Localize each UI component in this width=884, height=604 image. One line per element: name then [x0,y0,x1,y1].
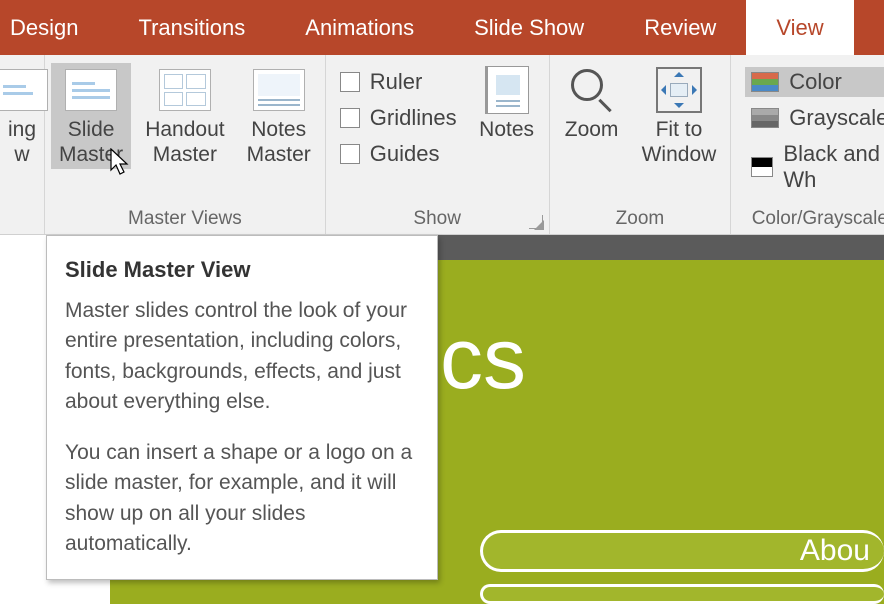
slide-button-about[interactable]: Abou [480,530,884,572]
label: Grayscale [789,105,884,131]
dialog-launcher-icon[interactable] [529,215,543,229]
notes-icon [485,66,529,114]
slide-master-button[interactable]: Slide Master [51,63,131,169]
label: Master [247,142,311,167]
label: w [14,142,29,167]
ribbon-tabs: Design Transitions Animations Slide Show… [0,0,884,55]
label: Gridlines [370,105,457,131]
label: Slide [68,117,115,142]
checkbox-icon [340,108,360,128]
label: Master [59,142,123,167]
tab-transitions[interactable]: Transitions [108,0,275,55]
color-mode-bw[interactable]: Black and Wh [745,139,884,195]
checkbox-icon [340,144,360,164]
group-show: Ruler Gridlines Guides Notes Show [326,55,550,234]
group-label-show: Show [332,206,543,232]
reading-view-icon [0,69,48,111]
label: Window [642,142,717,167]
group-presentation-views-partial: ing w [0,55,45,234]
slide-master-icon [65,69,117,111]
color-mode-color[interactable]: Color [745,67,884,97]
slide-button-partial[interactable] [480,584,884,604]
ribbon: ing w Slide Master Handout Master Notes … [0,55,884,235]
tooltip-para-2: You can insert a shape or a logo on a sl… [65,438,419,560]
notes-master-button[interactable]: Notes Master [239,63,319,169]
group-color-grayscale: Color Grayscale Black and Wh Color/Grays… [731,55,884,234]
color-swatch-icon [751,72,779,92]
label: ing [8,117,36,142]
handout-master-button[interactable]: Handout Master [137,63,232,169]
zoom-button[interactable]: Zoom [556,63,628,169]
grayscale-swatch-icon [751,108,779,128]
label: Master [153,142,217,167]
tooltip-slide-master: Slide Master View Master slides control … [46,235,438,580]
notes-master-icon [253,69,305,111]
label: Notes [251,117,306,142]
label: Ruler [370,69,423,95]
notes-button[interactable]: Notes [471,63,543,169]
label [589,142,595,167]
label [504,142,510,167]
group-master-views: Slide Master Handout Master Notes Master… [45,55,326,234]
tooltip-title: Slide Master View [65,254,419,286]
slide-title-text: cs [440,310,526,409]
label: Notes [479,117,534,142]
label: Fit to [656,117,703,142]
tab-design[interactable]: Design [0,0,108,55]
slide-buttons: Abou [480,530,884,604]
tab-slideshow[interactable]: Slide Show [444,0,614,55]
guides-checkbox[interactable]: Guides [340,141,457,167]
tooltip-para-1: Master slides control the look of your e… [65,296,419,418]
fit-to-window-icon [656,67,702,113]
ruler-checkbox[interactable]: Ruler [340,69,457,95]
fit-to-window-button[interactable]: Fit to Window [634,63,725,169]
group-label-color: Color/Grayscale [737,206,884,232]
label: Color [789,69,842,95]
group-label-master-views: Master Views [51,206,319,232]
bw-swatch-icon [751,157,773,177]
tab-view[interactable]: View [746,0,853,55]
label: Guides [370,141,440,167]
group-label [6,206,38,232]
handout-master-icon [159,69,211,111]
group-label-zoom: Zoom [556,206,725,232]
group-zoom: Zoom Fit to Window Zoom [550,55,732,234]
label: Zoom [565,117,619,142]
magnifier-icon [569,67,615,113]
checkbox-icon [340,72,360,92]
label: Black and Wh [783,141,884,193]
tab-review[interactable]: Review [614,0,746,55]
color-mode-grayscale[interactable]: Grayscale [745,103,884,133]
tab-animations[interactable]: Animations [275,0,444,55]
gridlines-checkbox[interactable]: Gridlines [340,105,457,131]
label: Handout [145,117,224,142]
